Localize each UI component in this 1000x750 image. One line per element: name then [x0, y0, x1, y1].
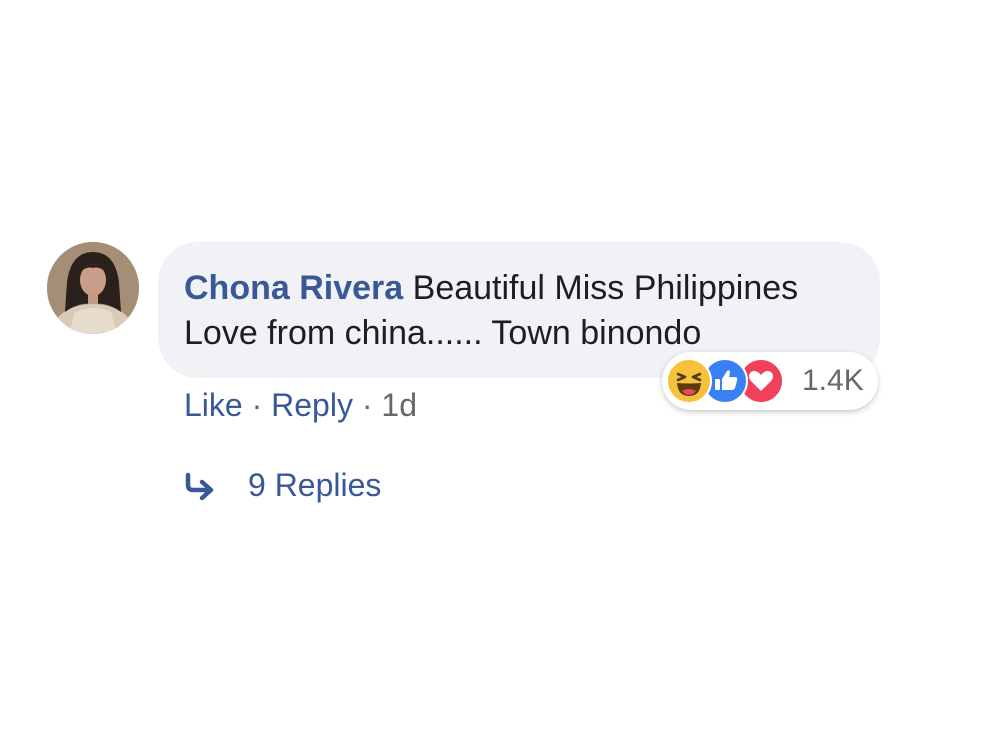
action-separator: ·: [361, 387, 373, 423]
comment-timestamp[interactable]: 1d: [381, 387, 417, 423]
haha-icon: [666, 358, 712, 404]
like-link[interactable]: Like: [184, 387, 243, 423]
comment-line-1: Chona Rivera Beautiful Miss Philippines: [184, 266, 854, 311]
avatar-photo: [47, 242, 139, 334]
comment-author[interactable]: Chona Rivera: [184, 269, 403, 307]
reply-arrow-icon: [185, 472, 214, 501]
comment-thread: Chona Rivera Beautiful Miss Philippines …: [0, 0, 1000, 750]
replies-count-label[interactable]: 9 Replies: [248, 465, 381, 505]
comment-text-1: Beautiful Miss Philippines: [412, 269, 799, 307]
comment-text-2: Love from china...... Town binondo: [184, 314, 702, 352]
reaction-summary[interactable]: 1.4K: [662, 352, 878, 410]
action-separator: ·: [251, 387, 263, 423]
reaction-count: 1.4K: [802, 364, 864, 397]
reply-link[interactable]: Reply: [271, 387, 353, 423]
comment-actions: Like · Reply · 1d: [184, 385, 417, 425]
avatar[interactable]: [47, 242, 139, 334]
